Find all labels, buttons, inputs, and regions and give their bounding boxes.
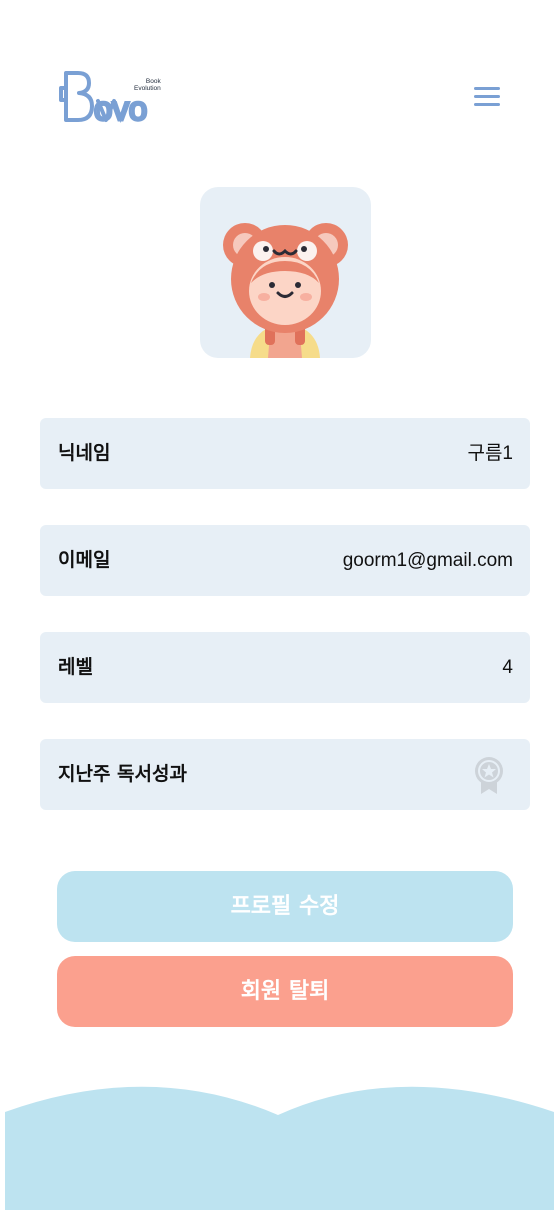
logo-tagline: Book Evolution <box>134 78 161 92</box>
menu-button[interactable] <box>470 84 504 110</box>
logo-tagline-line2: Evolution <box>134 84 161 92</box>
nickname-row: 닉네임 구름1 <box>40 418 530 489</box>
logo: ovo Book Evolution <box>58 66 166 129</box>
last-week-reading-label: 지난주 독서성과 <box>58 763 187 785</box>
level-label: 레벨 <box>58 656 93 678</box>
svg-text:ovo: ovo <box>94 90 147 127</box>
email-value: goorm1@gmail.com <box>342 550 513 571</box>
logo-mark-icon: ovo <box>59 71 149 129</box>
profile-avatar[interactable] <box>200 187 371 358</box>
footer-wave-decoration <box>5 1086 554 1210</box>
nickname-label: 닉네임 <box>58 442 111 464</box>
nickname-value: 구름1 <box>467 443 513 464</box>
level-row: 레벨 4 <box>40 632 530 703</box>
email-label: 이메일 <box>58 549 111 571</box>
edit-profile-button[interactable]: 프로필 수정 <box>57 871 513 942</box>
email-row: 이메일 goorm1@gmail.com <box>40 525 530 596</box>
withdraw-button[interactable]: 회원 탈퇴 <box>57 956 513 1027</box>
last-week-reading-row[interactable]: 지난주 독서성과 <box>40 739 530 810</box>
bear-costume-kid-avatar-icon <box>223 223 348 358</box>
level-value: 4 <box>502 657 513 678</box>
award-ribbon-icon[interactable] <box>472 755 506 795</box>
